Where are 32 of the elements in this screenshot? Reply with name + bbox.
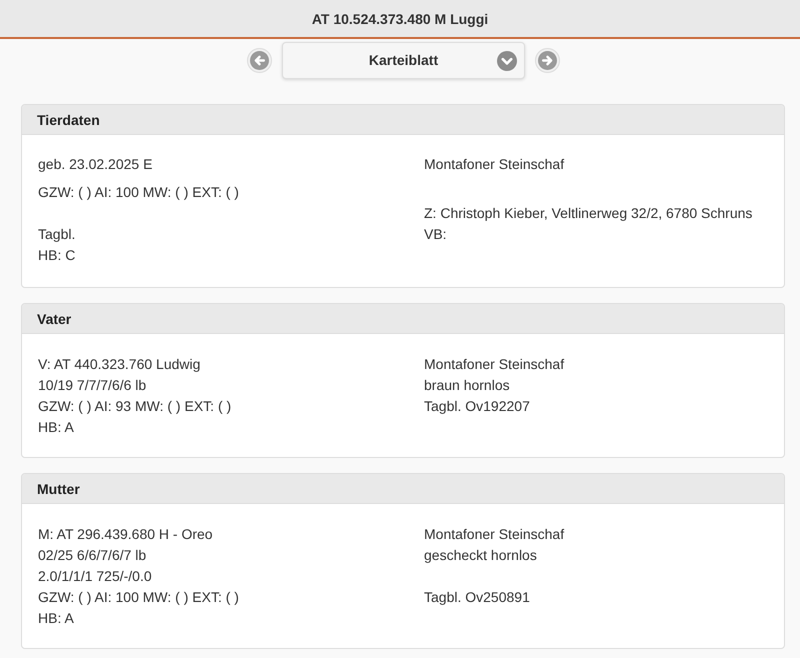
- field-text: Tagbl. Ov192207: [424, 398, 530, 414]
- card-title: Tierdaten: [37, 110, 100, 128]
- chevron-down-icon: [497, 51, 517, 71]
- field-text: Tagbl.: [38, 226, 76, 242]
- arrow-left-icon: [250, 51, 269, 70]
- field-text: M: AT 296.439.680 H - Oreo: [38, 526, 213, 542]
- field-text: V: AT 440.323.760 Ludwig: [38, 356, 200, 372]
- arrow-right-icon: [538, 51, 557, 70]
- field-text: HB: A: [38, 419, 74, 435]
- previous-button[interactable]: [247, 48, 272, 73]
- field-text: Montafoner Steinschaf: [424, 526, 564, 542]
- field-text: 02/25 6/6/7/6/7 lb: [38, 547, 146, 563]
- field-text: GZW: ( ) AI: 100 MW: ( ) EXT: ( ): [38, 589, 239, 605]
- card-title: Vater: [37, 310, 72, 328]
- field-text: geb. 23.02.2025 E: [38, 156, 152, 172]
- next-button[interactable]: [535, 48, 560, 73]
- field-text: gescheckt hornlos: [424, 547, 537, 563]
- page-select[interactable]: Karteiblatt: [282, 42, 525, 79]
- field-text: HB: C: [38, 247, 76, 263]
- field-text: HB: A: [38, 610, 74, 626]
- field-text: 10/19 7/7/7/6/6 lb: [38, 377, 146, 393]
- field-text: GZW: ( ) AI: 100 MW: ( ) EXT: ( ): [38, 184, 239, 200]
- field-text: Tagbl. Ov250891: [424, 589, 530, 605]
- field-text: Montafoner Steinschaf: [424, 356, 564, 372]
- field-text: VB:: [424, 226, 447, 242]
- field-text: GZW: ( ) AI: 93 MW: ( ) EXT: ( ): [38, 398, 232, 414]
- field-text: Montafoner Steinschaf: [424, 156, 564, 172]
- field-text: 2.0/1/1/1 725/-/0.0: [38, 568, 152, 584]
- field-text: braun hornlos: [424, 377, 510, 393]
- card-title: Mutter: [37, 480, 80, 498]
- page-title: AT 10.524.373.480 M Luggi: [312, 10, 488, 28]
- field-text: Z: Christoph Kieber, Veltlinerweg 32/2, 6780 Schruns: [424, 205, 752, 221]
